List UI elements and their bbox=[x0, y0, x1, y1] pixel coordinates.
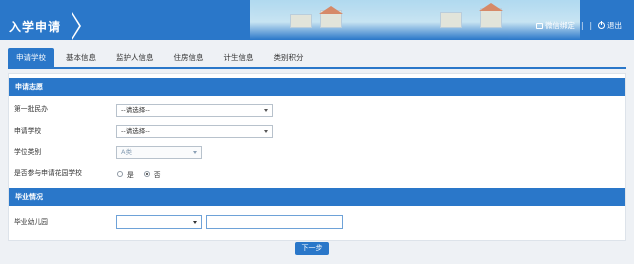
wechat-icon bbox=[535, 23, 543, 29]
tab-basic-info[interactable]: 基本信息 bbox=[58, 48, 104, 67]
top-banner: 入学申请 微信绑定 | | 退出 bbox=[0, 0, 634, 40]
next-step-button[interactable]: 下一步 bbox=[295, 242, 329, 255]
radio-no[interactable] bbox=[143, 171, 150, 177]
school-select[interactable]: --请选择-- bbox=[116, 125, 273, 138]
kindergarten-text-input[interactable] bbox=[206, 215, 343, 229]
header-actions: 微信绑定 | | 退出 bbox=[535, 20, 622, 31]
tab-bar: 申请学校 基本信息 监护人信息 住房信息 计生信息 类别积分 bbox=[8, 48, 316, 68]
logout-label: 退出 bbox=[607, 21, 622, 30]
tab-family-planning-info[interactable]: 计生信息 bbox=[216, 48, 262, 67]
form-panel: 申请志愿 第一批民办 --请选择-- 申请学校 --请选择-- 学位类别 A类 … bbox=[8, 73, 626, 241]
radio-yes[interactable] bbox=[117, 171, 123, 177]
caret-down-icon bbox=[193, 151, 197, 154]
caret-down-icon bbox=[264, 109, 268, 112]
building-illustration bbox=[440, 12, 462, 28]
roof-illustration bbox=[319, 6, 343, 14]
degree-type-select[interactable]: A类 bbox=[116, 146, 202, 159]
banner-decoration bbox=[250, 0, 580, 40]
batch-select[interactable]: --请选择-- bbox=[116, 104, 273, 117]
separator: | bbox=[580, 21, 584, 30]
page-title: 入学申请 bbox=[9, 20, 62, 34]
radio-yes-label: 是 bbox=[127, 171, 134, 179]
caret-down-icon bbox=[193, 221, 197, 224]
degree-type-value: A类 bbox=[121, 148, 132, 156]
same-school-label: 是否参与申请花园学校 bbox=[14, 169, 82, 177]
wechat-bind-link[interactable]: 微信绑定 bbox=[535, 20, 575, 31]
tab-apply-school[interactable]: 申请学校 bbox=[8, 48, 54, 67]
kindergarten-select[interactable] bbox=[116, 215, 202, 229]
wechat-bind-label: 微信绑定 bbox=[544, 21, 575, 30]
school-select-value: --请选择-- bbox=[121, 127, 150, 135]
kindergarten-label: 毕业幼儿园 bbox=[14, 218, 48, 226]
batch-select-value: --请选择-- bbox=[121, 106, 150, 114]
section-header-graduation: 毕业情况 bbox=[9, 188, 625, 206]
section-header-application: 申请志愿 bbox=[9, 78, 625, 96]
building-illustration bbox=[290, 14, 312, 28]
roof-illustration bbox=[479, 3, 503, 11]
power-icon bbox=[598, 21, 605, 29]
tab-category-points[interactable]: 类别积分 bbox=[266, 48, 312, 67]
tab-guardian-info[interactable]: 监护人信息 bbox=[108, 48, 162, 67]
tab-housing-info[interactable]: 住房信息 bbox=[166, 48, 212, 67]
same-school-radio-group: 是 否 bbox=[117, 169, 161, 179]
batch-label: 第一批民办 bbox=[14, 105, 48, 113]
building-illustration bbox=[480, 8, 502, 28]
school-label: 申请学校 bbox=[14, 127, 42, 135]
degree-type-label: 学位类别 bbox=[14, 148, 42, 156]
radio-no-label: 否 bbox=[153, 171, 161, 179]
separator: | bbox=[589, 21, 592, 30]
tab-underline bbox=[8, 67, 626, 69]
caret-down-icon bbox=[264, 130, 268, 133]
logout-link[interactable]: 退出 bbox=[598, 20, 622, 31]
title-arrow-fill bbox=[71, 13, 79, 39]
